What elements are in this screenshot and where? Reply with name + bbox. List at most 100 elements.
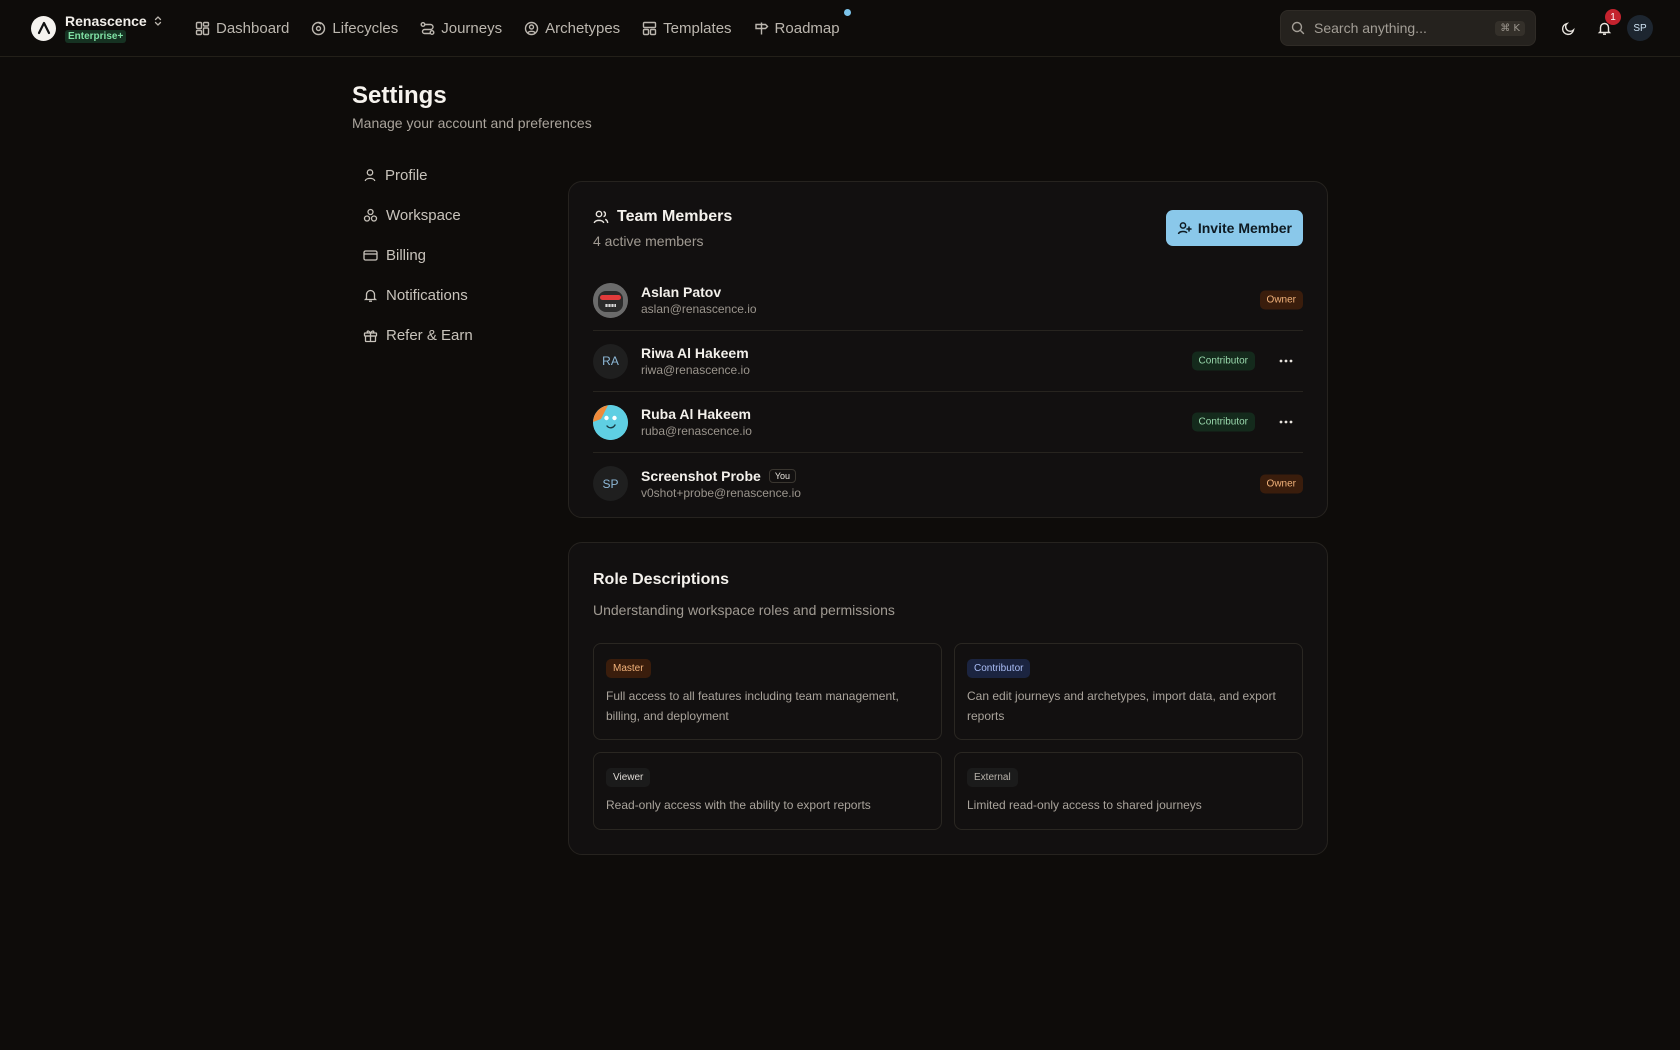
signpost-icon (754, 21, 775, 36)
invite-member-label: Invite Member (1197, 220, 1292, 236)
nav-dashboard[interactable]: Dashboard (195, 16, 289, 40)
avatar: SP (593, 466, 628, 501)
role-descriptions-subtitle: Understanding workspace roles and permis… (593, 602, 895, 618)
more-horizontal-icon (1279, 359, 1293, 363)
page-subtitle: Manage your account and preferences (352, 115, 592, 131)
search-input[interactable] (1314, 20, 1484, 36)
side-item-label: Notifications (386, 286, 468, 304)
nav-lifecycles[interactable]: Lifecycles (311, 16, 398, 40)
grid-icon (195, 21, 216, 36)
member-list: Aslan Patov aslan@renascence.io Owner RA… (593, 270, 1303, 514)
member-name: Screenshot Probe (641, 467, 761, 484)
avatar (593, 282, 628, 318)
notification-count-badge: 1 (1605, 9, 1621, 25)
nav-journeys[interactable]: Journeys (420, 16, 502, 40)
role-description: Can edit journeys and archetypes, import… (967, 689, 1276, 723)
layout-icon (642, 21, 663, 36)
role-name-badge: Viewer (606, 768, 651, 787)
member-options-button[interactable] (1275, 350, 1297, 372)
nav-templates[interactable]: Templates (642, 16, 732, 40)
theme-toggle-button[interactable] (1557, 17, 1579, 39)
you-badge: You (768, 468, 797, 483)
credit-card-icon (363, 248, 386, 263)
roadmap-new-indicator (843, 9, 851, 16)
role-descriptions-title: Role Descriptions (593, 571, 730, 588)
nav-archetypes[interactable]: Archetypes (524, 16, 620, 40)
gift-icon (363, 328, 386, 343)
settings-side-menu: Profile Workspace Billing Notifications … (363, 163, 543, 363)
member-name: Aslan Patov (641, 284, 722, 300)
renascence-logo-icon (31, 15, 56, 41)
route-icon (420, 21, 441, 36)
nav-templates-label: Templates (663, 19, 732, 37)
user-avatar-button[interactable]: SP (1627, 15, 1653, 41)
user-circle-icon (524, 21, 545, 36)
workspace-icon (363, 208, 386, 223)
team-members-title: Team Members (617, 208, 733, 225)
nav-roadmap-label: Roadmap (774, 19, 840, 37)
role-name-badge: Master (606, 659, 651, 678)
role-name-badge: Contributor (967, 659, 1031, 678)
role-card-master: Master Full access to all features inclu… (593, 643, 942, 740)
global-search[interactable]: ⌘ K (1280, 10, 1536, 46)
side-item-billing[interactable]: Billing (363, 243, 543, 267)
role-card-viewer: Viewer Read-only access with the ability… (593, 752, 942, 830)
side-item-profile[interactable]: Profile (363, 163, 543, 187)
member-row[interactable]: Aslan Patov aslan@renascence.io Owner (593, 270, 1303, 331)
role-description: Read-only access with the ability to exp… (606, 798, 871, 812)
active-members-count: 4 active members (593, 233, 704, 249)
page-title: Settings (352, 82, 447, 109)
main-nav: Dashboard Lifecycles Journeys Archetypes… (195, 9, 862, 40)
workspace-switcher[interactable]: Renascence Enterprise+ (31, 12, 163, 44)
plan-badge: Enterprise+ (65, 30, 127, 43)
side-item-label: Billing (386, 246, 427, 264)
top-navigation-bar: Renascence Enterprise+ Dashboard Lifecyc… (0, 0, 1680, 57)
member-email: v0shot+probe@renascence.io (641, 485, 801, 500)
bell-icon (363, 288, 386, 303)
role-card-external: External Limited read-only access to sha… (954, 752, 1303, 830)
nav-journeys-label: Journeys (441, 19, 503, 37)
avatar (593, 404, 628, 440)
side-item-label: Refer & Earn (386, 326, 473, 344)
member-row[interactable]: SP Screenshot Probe You v0shot+probe@ren… (593, 453, 1303, 514)
role-badge: Owner (1259, 474, 1303, 493)
member-row[interactable]: RA Riwa Al Hakeem riwa@renascence.io Con… (593, 331, 1303, 392)
nav-roadmap[interactable]: Roadmap (754, 9, 851, 40)
role-badge: Owner (1259, 290, 1303, 310)
role-description: Full access to all features including te… (606, 689, 899, 723)
nav-lifecycles-label: Lifecycles (332, 19, 399, 37)
user-plus-icon (1177, 221, 1198, 236)
side-item-notifications[interactable]: Notifications (363, 283, 543, 307)
member-email: aslan@renascence.io (641, 302, 757, 316)
role-descriptions-card: Role Descriptions Understanding workspac… (568, 542, 1328, 855)
role-description: Limited read-only access to shared journ… (967, 798, 1202, 812)
invite-member-button[interactable]: Invite Member (1165, 210, 1303, 246)
side-item-workspace[interactable]: Workspace (363, 203, 543, 227)
member-name: Ruba Al Hakeem (641, 406, 751, 422)
member-email: ruba@renascence.io (641, 424, 752, 438)
search-shortcut: ⌘ K (1495, 20, 1525, 36)
side-item-label: Workspace (386, 206, 461, 224)
role-badge: Contributor (1191, 351, 1255, 371)
role-name-badge: External (967, 768, 1018, 787)
member-name: Riwa Al Hakeem (641, 345, 749, 361)
chevron-up-down-icon (153, 15, 163, 27)
users-icon (593, 209, 617, 225)
search-icon (1291, 21, 1305, 35)
member-row[interactable]: Ruba Al Hakeem ruba@renascence.io Contri… (593, 392, 1303, 453)
role-badge: Contributor (1191, 412, 1255, 432)
moon-icon (1561, 21, 1576, 36)
role-grid: Master Full access to all features inclu… (593, 643, 1303, 830)
member-options-button[interactable] (1275, 411, 1297, 433)
workspace-name: Renascence (65, 13, 147, 29)
side-item-refer-earn[interactable]: Refer & Earn (363, 323, 543, 347)
side-item-label: Profile (385, 166, 428, 184)
nav-dashboard-label: Dashboard (216, 19, 290, 37)
role-card-contributor: Contributor Can edit journeys and archet… (954, 643, 1303, 740)
cycle-icon (311, 21, 332, 36)
nav-archetypes-label: Archetypes (545, 19, 621, 37)
team-members-card: Team Members 4 active members Invite Mem… (568, 181, 1328, 518)
member-email: riwa@renascence.io (641, 363, 750, 377)
avatar: RA (593, 343, 628, 379)
user-icon (363, 168, 385, 182)
